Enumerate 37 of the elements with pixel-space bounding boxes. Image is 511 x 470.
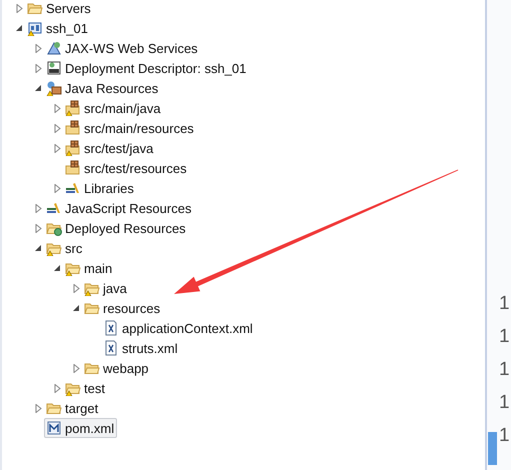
- library-icon: [65, 180, 81, 196]
- tree-item[interactable]: src: [44, 238, 86, 258]
- tree-item[interactable]: Libraries: [63, 178, 137, 198]
- line-number: 1: [499, 426, 508, 446]
- line-number: 1: [499, 360, 508, 380]
- tree-item[interactable]: pom.xml: [44, 418, 118, 438]
- line-number: 1: [499, 393, 508, 413]
- package-folder-icon: [65, 100, 81, 116]
- tree-item[interactable]: target: [44, 398, 102, 418]
- tree-item[interactable]: Java Resources: [44, 78, 162, 98]
- tree-item[interactable]: ssh_01: [25, 18, 91, 38]
- line-number: 1: [499, 327, 508, 347]
- tree-item[interactable]: Deployed Resources: [44, 218, 189, 238]
- tree-item[interactable]: main: [63, 258, 116, 278]
- line-number: 1: [499, 294, 508, 314]
- scroll-thumb[interactable]: [488, 432, 497, 465]
- tree-item[interactable]: webapp: [82, 358, 152, 378]
- library-icon: [46, 200, 62, 216]
- tree-item[interactable]: struts.xml: [101, 338, 181, 358]
- tree-item[interactable]: Servers: [25, 0, 94, 18]
- tree-item[interactable]: JAX-WS Web Services: [44, 38, 201, 58]
- tree-item[interactable]: src/main/resources: [63, 118, 197, 138]
- package-folder-icon: [65, 160, 81, 176]
- tree-item[interactable]: JavaScript Resources: [44, 198, 194, 218]
- tree-item[interactable]: test: [63, 378, 108, 398]
- tree-item[interactable]: resources: [82, 298, 164, 318]
- package-folder-icon: [65, 140, 81, 156]
- tree-item[interactable]: applicationContext.xml: [101, 318, 256, 338]
- tree-item[interactable]: Deployment Descriptor: ssh_01: [44, 58, 250, 78]
- package-folder-icon: [65, 120, 81, 136]
- tree-item[interactable]: java: [82, 278, 130, 298]
- xml-icon: [103, 340, 119, 356]
- project-icon: [27, 20, 43, 36]
- tree-item[interactable]: src/test/java: [63, 138, 156, 158]
- tree-item[interactable]: src/main/java: [63, 98, 164, 118]
- tree-item[interactable]: src/test/resources: [63, 158, 190, 178]
- xml-icon: [103, 320, 119, 336]
